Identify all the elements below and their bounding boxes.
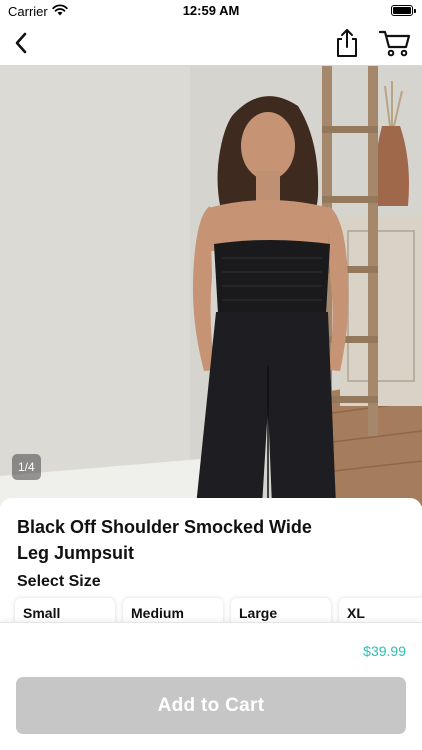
back-chevron-icon[interactable] bbox=[8, 28, 38, 58]
page-indicator: 1/4 bbox=[12, 454, 41, 480]
navigation-bar bbox=[0, 22, 422, 66]
checkout-footer: $39.99 Add to Cart bbox=[0, 622, 422, 750]
battery-icon bbox=[391, 5, 416, 16]
product-title: Black Off Shoulder Smocked Wide Leg Jump… bbox=[17, 517, 312, 563]
clock: 12:59 AM bbox=[182, 3, 240, 18]
product-image-gallery[interactable]: 1/4 bbox=[0, 66, 422, 506]
status-bar: Carrier 12:59 AM bbox=[0, 0, 422, 22]
cart-icon[interactable] bbox=[378, 28, 412, 58]
price-label: $39.99 bbox=[363, 643, 406, 659]
add-to-cart-button[interactable]: Add to Cart bbox=[16, 677, 406, 734]
product-photo bbox=[0, 66, 422, 506]
select-size-heading: Select Size bbox=[17, 573, 101, 590]
product-info-sheet: Black Off Shoulder Smocked Wide Leg Jump… bbox=[0, 498, 422, 638]
share-icon[interactable] bbox=[332, 27, 362, 59]
